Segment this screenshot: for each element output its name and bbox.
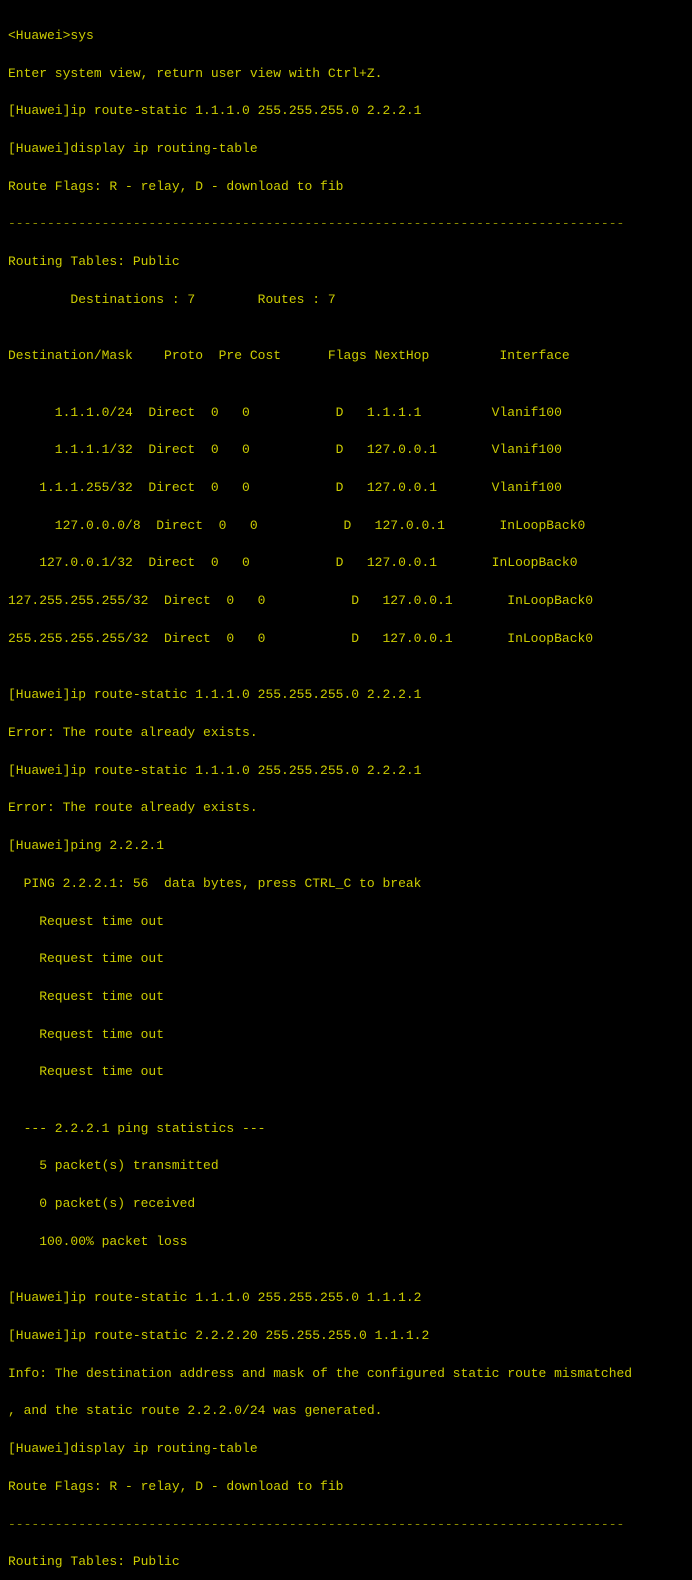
terminal-line-37: [Huawei]ip route-static 2.2.2.20 255.255…	[8, 1327, 684, 1346]
terminal-line-32: 5 packet(s) transmitted	[8, 1157, 684, 1176]
terminal-line-36: [Huawei]ip route-static 1.1.1.0 255.255.…	[8, 1289, 684, 1308]
terminal-line-27: Request time out	[8, 988, 684, 1007]
terminal-line-42: ----------------------------------------…	[8, 1516, 684, 1535]
terminal-line-12: 1.1.1.1/32 Direct 0 0 D 127.0.0.1 Vlanif…	[8, 441, 684, 460]
terminal-line-11: 1.1.1.0/24 Direct 0 0 D 1.1.1.1 Vlanif10…	[8, 404, 684, 423]
terminal-line-9: Destination/Mask Proto Pre Cost Flags Ne…	[8, 347, 684, 366]
terminal-line-28: Request time out	[8, 1026, 684, 1045]
terminal-line-26: Request time out	[8, 950, 684, 969]
terminal-line-0: <Huawei>sys	[8, 27, 684, 46]
terminal-line-39: , and the static route 2.2.2.0/24 was ge…	[8, 1402, 684, 1421]
terminal-line-34: 100.00% packet loss	[8, 1233, 684, 1252]
terminal-line-31: --- 2.2.2.1 ping statistics ---	[8, 1120, 684, 1139]
terminal-line-2: [Huawei]ip route-static 1.1.1.0 255.255.…	[8, 102, 684, 121]
terminal-line-43: Routing Tables: Public	[8, 1553, 684, 1572]
terminal-line-19: [Huawei]ip route-static 1.1.1.0 255.255.…	[8, 686, 684, 705]
terminal-line-16: 127.255.255.255/32 Direct 0 0 D 127.0.0.…	[8, 592, 684, 611]
terminal-line-6: Routing Tables: Public	[8, 253, 684, 272]
terminal-line-22: Error: The route already exists.	[8, 799, 684, 818]
terminal-line-41: Route Flags: R - relay, D - download to …	[8, 1478, 684, 1497]
terminal-line-40: [Huawei]display ip routing-table	[8, 1440, 684, 1459]
terminal-line-1: Enter system view, return user view with…	[8, 65, 684, 84]
terminal-line-29: Request time out	[8, 1063, 684, 1082]
terminal-line-15: 127.0.0.1/32 Direct 0 0 D 127.0.0.1 InLo…	[8, 554, 684, 573]
terminal-line-25: Request time out	[8, 913, 684, 932]
terminal-line-21: [Huawei]ip route-static 1.1.1.0 255.255.…	[8, 762, 684, 781]
terminal-line-13: 1.1.1.255/32 Direct 0 0 D 127.0.0.1 Vlan…	[8, 479, 684, 498]
terminal-output: <Huawei>sys Enter system view, return us…	[8, 8, 684, 1580]
terminal-line-38: Info: The destination address and mask o…	[8, 1365, 684, 1384]
terminal-line-4: Route Flags: R - relay, D - download to …	[8, 178, 684, 197]
terminal-line-17: 255.255.255.255/32 Direct 0 0 D 127.0.0.…	[8, 630, 684, 649]
terminal-line-33: 0 packet(s) received	[8, 1195, 684, 1214]
terminal-line-24: PING 2.2.2.1: 56 data bytes, press CTRL_…	[8, 875, 684, 894]
terminal-line-7: Destinations : 7 Routes : 7	[8, 291, 684, 310]
terminal-line-3: [Huawei]display ip routing-table	[8, 140, 684, 159]
terminal-line-5: ----------------------------------------…	[8, 215, 684, 234]
terminal-line-23: [Huawei]ping 2.2.2.1	[8, 837, 684, 856]
terminal-line-14: 127.0.0.0/8 Direct 0 0 D 127.0.0.1 InLoo…	[8, 517, 684, 536]
terminal-line-20: Error: The route already exists.	[8, 724, 684, 743]
